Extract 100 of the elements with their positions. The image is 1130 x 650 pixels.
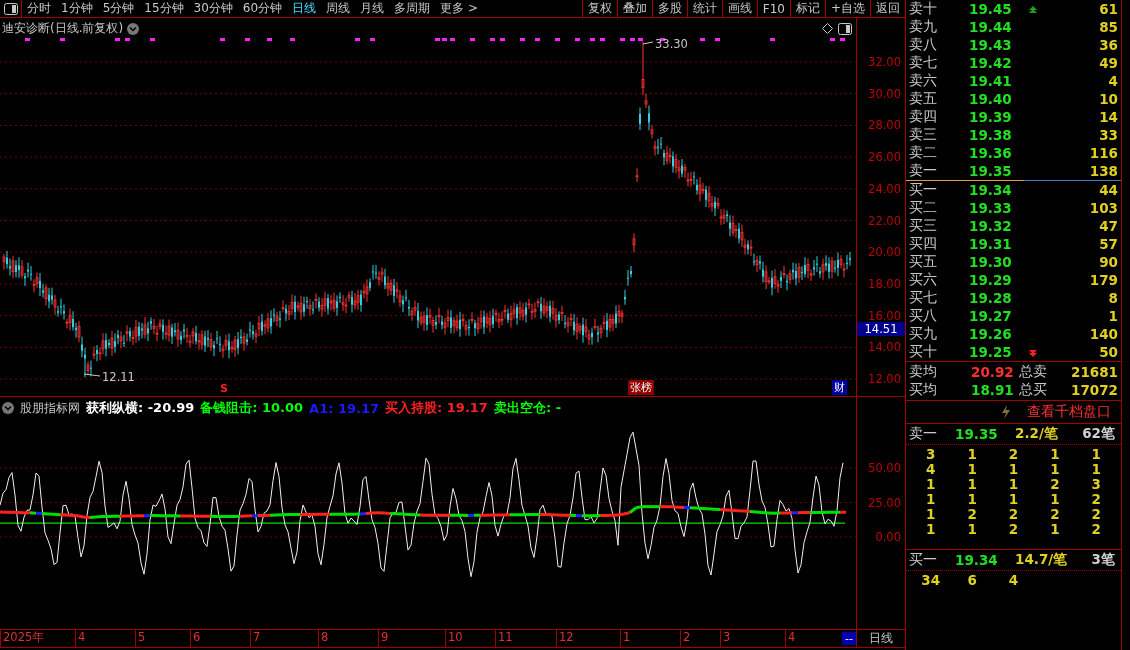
queue-average: 2.2/笔 [1015,425,1059,443]
queue-order: 1 [1007,477,1020,492]
queue-order: 1 [925,507,937,522]
level-label: 卖九 [909,18,938,36]
level-price: 19.27 [969,308,1013,324]
level-price: 19.32 [969,218,1013,234]
down-arrow-icon [1029,349,1037,357]
average-price: 20.92 [971,364,1015,380]
period-tab[interactable]: 60分钟 [237,0,288,17]
queue-order: 1 [966,447,978,462]
level-price: 19.34 [969,182,1013,198]
toolbar-button[interactable]: 复权 [581,0,617,17]
period-tab[interactable]: 多周期 [389,0,436,17]
indicator-value: 卖出空仓: - [493,399,562,417]
toolbar-button[interactable]: 多股 [651,0,687,17]
toolbar-button[interactable]: 标记 [789,0,825,17]
toolbar-button[interactable]: 叠加 [616,0,652,17]
queue-order: 1 [925,522,937,537]
level-price: 19.25 [969,344,1013,360]
price-axis-label: 14.00 [868,340,901,355]
price-axis-label: 12.00 [868,372,901,386]
toolbar-button[interactable]: +自选 [824,0,870,17]
price-axis-label: 28.00 [868,118,901,133]
level-label: 卖三 [909,126,938,144]
queue-order: 4 [925,462,937,477]
dropdown-icon[interactable] [2,402,14,414]
level-volume: 47 [1098,218,1118,234]
level-price: 19.28 [969,290,1013,306]
low-price-label: 12.11 [102,370,135,384]
level-price: 19.35 [969,163,1013,179]
chart-title: 迪安诊断(日线.前复权) [2,20,124,37]
level-volume: 57 [1098,236,1118,252]
level-label: 买四 [909,235,938,253]
date-axis-label: 12 [556,630,620,647]
period-tab[interactable]: 1分钟 [56,0,98,17]
date-axis-label: 11 [495,630,556,647]
level-price: 19.38 [969,127,1013,143]
total-volume: 21681 [1070,364,1118,380]
queue-order: 2 [1007,447,1020,462]
price-axis-label: 32.00 [868,55,901,69]
date-axis-label: 6 [190,630,250,647]
date-axis-label: 5 [135,630,190,647]
date-axis-label: 10 [445,630,495,647]
dropdown-icon[interactable] [127,22,140,35]
total-label: 总卖 [1019,363,1048,381]
level-label: 卖四 [909,108,938,126]
date-axis-label: 2025年 [0,630,75,647]
level-price: 19.44 [969,19,1013,35]
level-volume: 10 [1098,91,1118,107]
queue-order: 1 [1007,492,1020,507]
level-label: 买七 [909,289,938,307]
event-tag[interactable]: 财 [832,380,847,395]
total-volume: 17072 [1070,382,1118,398]
event-tag[interactable]: 张榜 [628,380,654,395]
queue-order: 2 [1090,492,1102,507]
diamond-icon[interactable] [822,23,833,34]
period-tab[interactable]: 更多 > [435,0,483,17]
period-tab[interactable]: 分时 [22,0,56,17]
level-price: 19.29 [969,272,1013,288]
period-tab[interactable]: 日线 [287,0,322,17]
toolbar-button[interactable]: F10 [756,0,790,17]
level-label: 卖六 [909,72,938,90]
queue-average: 14.7/笔 [1015,551,1069,569]
period-tab[interactable]: 15分钟 [139,0,189,17]
sell-signal-label: S [220,382,228,395]
level-price: 19.26 [969,326,1013,342]
date-axis-label: 1 [620,630,680,647]
period-tab[interactable]: 月线 [355,0,390,17]
level-label: 买一 [909,181,938,199]
level-volume: 90 [1098,254,1118,270]
queue-label: 卖一 [909,425,938,443]
level-label: 买十 [909,343,938,361]
toolbar-button[interactable]: 画线 [721,0,757,17]
level-volume: 4 [1107,73,1118,89]
total-label: 总买 [1019,381,1048,399]
summary-label: 买均 [909,381,938,399]
indicator-value: 获利纵横: -20.99 [86,399,195,417]
average-price: 18.91 [971,382,1015,398]
price-axis-label: 16.00 [868,308,901,323]
queue-order: 2 [1007,507,1020,522]
high-leader-line [642,41,654,45]
toolbar-button[interactable]: 返回 [870,0,905,17]
queue-order: 1 [966,477,978,492]
period-tab[interactable]: 30分钟 [188,0,238,17]
depth-link[interactable]: 查看千档盘口 [1027,403,1111,421]
current-price-label: 14.51 [857,322,905,337]
level-price: 19.43 [969,37,1013,53]
level-label: 买五 [909,253,938,271]
price-axis-label: 24.00 [868,181,901,196]
toolbar-button[interactable]: 统计 [686,0,722,17]
date-axis-label: 4 [785,630,840,647]
queue-order: 2 [1007,522,1020,537]
date-axis-label: 8 [318,630,378,647]
period-tab[interactable]: 5分钟 [97,0,140,17]
queue-order: 34 [920,573,942,588]
queue-order: 1 [1049,462,1061,477]
period-tab[interactable]: 周线 [321,0,356,17]
level-label: 买三 [909,217,938,235]
level-label: 买二 [909,199,938,217]
level-volume: 8 [1107,290,1118,306]
